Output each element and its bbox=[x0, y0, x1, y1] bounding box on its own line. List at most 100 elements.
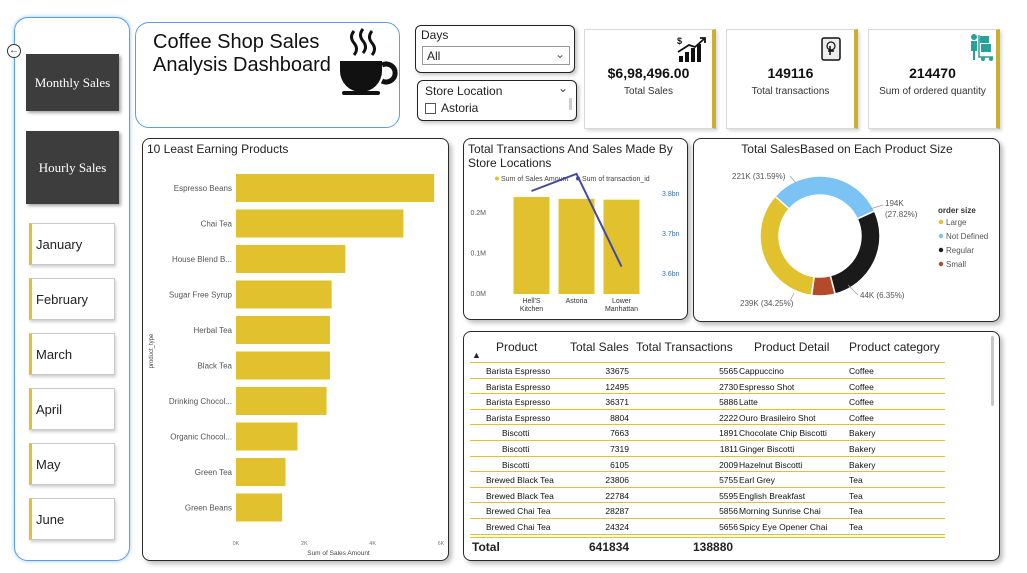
table-row[interactable]: Barista Espresso 33675 5565 Cappuccino Coffe… bbox=[470, 363, 945, 379]
legend-label-sales: Sum of Sales Amount bbox=[501, 176, 568, 183]
legend-label: Small bbox=[946, 260, 966, 269]
table-row[interactable]: Biscotti 7663 1891 Chocolate Chip Biscotti B… bbox=[470, 425, 945, 441]
days-slicer[interactable]: Days All ⌄ bbox=[415, 25, 575, 73]
astoria-option-label: Astoria bbox=[441, 101, 479, 115]
table-row[interactable]: Biscotti 7319 1811 Ginger Biscotti Bakery bbox=[470, 441, 945, 457]
bar bbox=[236, 351, 330, 380]
days-dropdown[interactable]: All ⌄ bbox=[422, 46, 570, 65]
cell-product-detail: Espresso Shot bbox=[739, 381, 795, 392]
cell-product-category: Bakery bbox=[849, 428, 876, 439]
svg-text:$: $ bbox=[677, 36, 682, 46]
cell-total-sales: 28287 bbox=[605, 506, 629, 517]
bar bbox=[236, 245, 346, 273]
bar bbox=[236, 280, 332, 309]
coffee-cup-icon bbox=[340, 28, 398, 95]
kpi-total-sales: $ $6,98,496.00 Total Sales bbox=[584, 29, 716, 129]
monthly-sales-button[interactable]: Monthly Sales bbox=[26, 54, 119, 111]
cell-product: Barista Espresso bbox=[486, 397, 551, 408]
category-tick-label: Manhattan bbox=[605, 306, 638, 313]
cell-total-sales: 7663 bbox=[610, 428, 629, 439]
total-label: Total bbox=[472, 540, 500, 554]
table-row[interactable]: Brewed Chai Tea 24324 5656 Spicy Eye Opener… bbox=[470, 519, 945, 535]
cell-product-category: Bakery bbox=[849, 459, 876, 470]
legend-marker bbox=[938, 219, 944, 225]
cell-total-sales: 22784 bbox=[605, 490, 629, 501]
column-header-product-detail[interactable]: Product Detail bbox=[754, 340, 829, 354]
slicer-scrollbar[interactable] bbox=[569, 98, 572, 110]
days-slicer-label: Days bbox=[421, 28, 449, 42]
chart-title: Total SalesBased on Each Product Size bbox=[741, 142, 953, 156]
money-growth-icon: $ bbox=[677, 36, 706, 62]
table-row[interactable]: Brewed Chai Tea 28287 5856 Morning Sunrise … bbox=[470, 503, 945, 519]
cell-product: Barista Espresso bbox=[486, 381, 551, 392]
donut-slice-small bbox=[810, 274, 836, 297]
sort-up-icon[interactable]: ▲ bbox=[472, 350, 481, 360]
bar bbox=[603, 199, 640, 294]
cell-product-category: Coffee bbox=[849, 397, 874, 408]
back-arrow-icon[interactable]: ← bbox=[7, 44, 21, 58]
astoria-checkbox[interactable] bbox=[425, 103, 436, 114]
cell-product: Barista Espresso bbox=[486, 366, 551, 376]
table-row[interactable]: Barista Espresso 12495 2730 Espresso Shot Co… bbox=[470, 379, 945, 395]
column-header-total-sales[interactable]: Total Sales bbox=[570, 340, 629, 354]
cell-product-detail: Earl Grey bbox=[739, 475, 775, 486]
month-label: January bbox=[36, 236, 83, 252]
kpi-value: 149116 bbox=[767, 65, 814, 81]
category-tick-label: Organic Chocol... bbox=[170, 433, 232, 442]
month-button-february[interactable]: February bbox=[29, 278, 115, 320]
y-right-tick-label: 3.7bn bbox=[662, 231, 680, 238]
cell-total-transactions: 5886 bbox=[719, 397, 738, 408]
cell-total-sales: 12495 bbox=[605, 381, 629, 392]
cell-product: Biscotti bbox=[502, 459, 530, 470]
legend-marker bbox=[938, 233, 944, 239]
kpi-value: $6,98,496.00 bbox=[607, 65, 690, 81]
product-size-chart: Total SalesBased on Each Product Size 221… bbox=[693, 138, 1000, 322]
month-label: June bbox=[36, 511, 65, 527]
month-label: February bbox=[36, 291, 89, 307]
cell-product-detail: Ginger Biscotti bbox=[739, 444, 795, 454]
table-row[interactable]: Biscotti 6105 2009 Hazelnut Biscotti Bakery bbox=[470, 457, 945, 473]
total-sales-value: 641834 bbox=[589, 540, 630, 554]
store-location-slicer[interactable]: Store Location ⌄ Astoria bbox=[417, 80, 577, 121]
y-right-tick-label: 3.8bn bbox=[662, 191, 680, 198]
donut-slice-not-defined bbox=[773, 175, 876, 220]
month-label: April bbox=[36, 401, 63, 417]
cell-total-transactions: 5595 bbox=[719, 490, 738, 501]
least-earning-bar-chart: Espresso Beans Chai Tea House Blend B... Su… bbox=[149, 174, 445, 557]
table-scrollbar[interactable] bbox=[991, 336, 994, 406]
month-button-march[interactable]: March bbox=[29, 333, 115, 375]
bar bbox=[236, 387, 327, 415]
category-tick-label: Chai Tea bbox=[201, 220, 233, 229]
cell-total-transactions: 5856 bbox=[719, 506, 738, 517]
legend-marker-sales bbox=[495, 176, 499, 181]
month-button-may[interactable]: May bbox=[29, 443, 115, 485]
x-axis-label: Sum of Sales Amount bbox=[307, 550, 370, 557]
month-button-june[interactable]: June bbox=[29, 498, 115, 540]
chevron-down-icon[interactable]: ⌄ bbox=[558, 81, 568, 95]
column-header-total-transactions[interactable]: Total Transactions bbox=[636, 340, 733, 354]
table-row[interactable]: Brewed Black Tea 23806 5755 Earl Grey Tea bbox=[470, 472, 945, 488]
product-sales-table: Product ▲ Total Sales Total Transactions… bbox=[463, 331, 1000, 561]
month-button-april[interactable]: April bbox=[29, 388, 115, 430]
cell-product-detail: Chocolate Chip Biscotti bbox=[739, 428, 827, 439]
cell-total-sales: 36371 bbox=[605, 397, 629, 408]
column-header-product-category[interactable]: Product category bbox=[849, 340, 940, 354]
kpi-total-transactions: 149116 Total transactions bbox=[726, 29, 858, 129]
month-button-january[interactable]: January bbox=[29, 223, 115, 265]
chart-legend: Sum of Sales Amount Sum of transaction_id bbox=[495, 176, 650, 183]
category-tick-label: Herbal Tea bbox=[193, 326, 232, 335]
total-divider bbox=[470, 537, 945, 538]
cell-product-detail: Latte bbox=[739, 397, 758, 408]
legend-label-transactions: Sum of transaction_id bbox=[582, 176, 650, 183]
category-tick-label: House Blend B... bbox=[172, 255, 232, 264]
hourly-sales-button[interactable]: Hourly Sales bbox=[26, 131, 119, 204]
cell-product-detail: Hazelnut Biscotti bbox=[739, 459, 803, 470]
bar bbox=[236, 174, 435, 202]
table-row[interactable]: Brewed Black Tea 22784 5595 English Breakfa… bbox=[470, 488, 945, 504]
column-header-product[interactable]: Product bbox=[496, 340, 537, 354]
table-row[interactable]: Barista Espresso 8804 2222 Ouro Brasileiro … bbox=[470, 410, 945, 426]
cell-product-category: Bakery bbox=[849, 444, 876, 454]
table-row[interactable]: Barista Espresso 36371 5886 Latte Coffee bbox=[470, 394, 945, 410]
legend-label: Not Defined bbox=[946, 232, 988, 241]
category-tick-label: Kitchen bbox=[520, 306, 543, 313]
